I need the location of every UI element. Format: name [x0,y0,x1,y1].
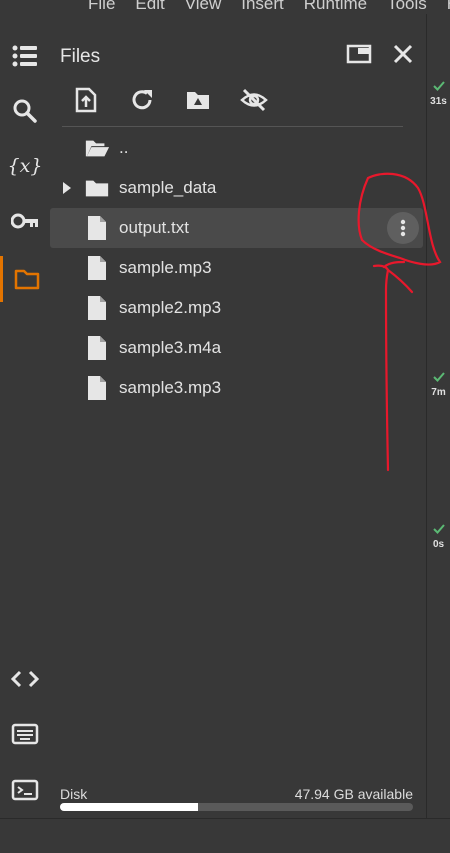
file-icon [84,295,110,321]
list-icon [12,45,37,67]
panel-title: Files [60,46,101,67]
table-of-contents-button[interactable] [0,36,50,76]
key-icon [11,213,38,229]
notebook-cells-strip: 31s 7m 0s [427,14,450,818]
files-button[interactable] [0,256,50,302]
secrets-button[interactable] [0,201,50,241]
search-button[interactable] [0,91,50,131]
file-icon [84,215,110,241]
window-icon [346,44,372,64]
code-snippets-button[interactable] [0,659,50,699]
folder-icon [14,269,39,290]
folder-icon [84,175,110,201]
files-toolbar [72,86,296,114]
mount-drive-button[interactable] [184,86,212,114]
file-name: sample_data [119,178,217,197]
file-row-output-txt[interactable]: output.txt [50,208,423,248]
menu-insert[interactable]: Insert [241,0,284,14]
file-icon [84,375,110,401]
file-name: output.txt [119,218,189,237]
disk-usage-fill [60,803,198,811]
upload-button[interactable] [72,86,100,114]
disk-available: 47.94 GB available [294,786,413,802]
file-name: sample3.m4a [119,338,222,357]
disk-usage-bar [60,803,413,811]
menu-view[interactable]: View [185,0,222,14]
cell-status: 31s [427,78,450,107]
files-panel: Files .. sample_data output.txt sample.m… [50,14,426,814]
menu-edit[interactable]: Edit [135,0,164,14]
check-icon [432,524,445,534]
menu-bar: File Edit View Insert Runtime Tools H [0,0,450,14]
file-row-sample3-mp3[interactable]: sample3.mp3 [50,368,423,408]
more-vert-icon [400,219,406,237]
menu-file[interactable]: File [88,0,115,14]
file-row-sample3-m4a[interactable]: sample3.m4a [50,328,423,368]
folder-open-icon [84,135,110,161]
keyboard-icon [11,723,39,745]
left-rail: {x} [0,14,50,814]
variables-button[interactable]: {x} [0,146,50,186]
cell-status: 7m [427,369,450,398]
file-name: .. [119,138,129,157]
search-icon [13,99,37,123]
toolbar-divider [62,126,403,127]
file-row-sample2-mp3[interactable]: sample2.mp3 [50,288,423,328]
terminal-button[interactable] [0,770,50,810]
cell-time: 7m [431,387,446,398]
file-row-sample-data[interactable]: sample_data [50,168,423,208]
variables-icon: {x} [7,155,43,177]
close-icon [393,44,413,64]
file-row-parent[interactable]: .. [50,128,423,168]
command-palette-button[interactable] [0,714,50,754]
menu-tools[interactable]: Tools [387,0,427,14]
terminal-icon [11,779,39,801]
file-icon [84,335,110,361]
disk-label: Disk [60,786,88,802]
cell-time: 31s [430,96,447,107]
check-icon [432,81,445,91]
drive-icon [187,92,209,109]
file-icon [84,255,110,281]
open-in-window-button[interactable] [345,40,373,68]
refresh-button[interactable] [128,86,156,114]
code-icon [11,670,39,688]
file-name: sample2.mp3 [119,298,222,317]
menu-runtime[interactable]: Runtime [304,0,367,14]
cell-status: 0s [427,521,450,550]
file-row-sample-mp3[interactable]: sample.mp3 [50,248,423,288]
bottom-bar [0,818,450,853]
check-icon [432,372,445,382]
close-panel-button[interactable] [389,40,417,68]
upload-icon [75,87,97,113]
file-name: sample.mp3 [119,258,212,277]
refresh-icon [132,90,152,110]
cell-time: 0s [432,539,445,550]
show-hidden-button[interactable] [240,86,268,114]
more-options-button[interactable] [387,212,419,244]
expand-arrow-icon[interactable] [60,182,74,194]
hide-icon [240,88,268,112]
file-name: sample3.mp3 [119,378,222,397]
